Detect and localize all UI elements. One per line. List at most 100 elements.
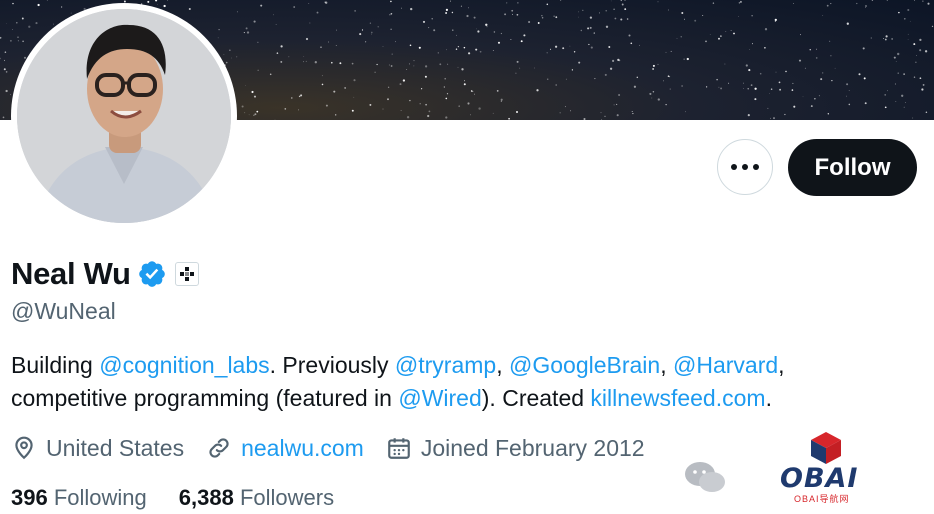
star [618, 94, 621, 96]
website-link[interactable]: nealwu.com [241, 435, 364, 462]
star [22, 40, 24, 43]
star [573, 51, 576, 53]
star [605, 25, 609, 28]
star [927, 2, 930, 5]
verified-badge-icon[interactable] [137, 259, 167, 289]
following-stat[interactable]: 396 Following [11, 485, 147, 511]
star [802, 96, 804, 98]
star [657, 1, 659, 3]
mention-link[interactable]: @Wired [398, 385, 481, 411]
star [458, 105, 460, 107]
star [913, 43, 916, 46]
star [628, 34, 631, 37]
star [743, 87, 744, 89]
joined-item: Joined February 2012 [386, 435, 645, 462]
star [652, 68, 654, 70]
star [303, 56, 305, 58]
star [913, 76, 916, 78]
star [9, 39, 12, 42]
star [605, 10, 607, 12]
mention-link[interactable]: @Harvard [673, 352, 778, 378]
star [12, 28, 14, 30]
star [613, 8, 615, 10]
star [333, 90, 336, 93]
star [512, 13, 513, 15]
star [871, 0, 874, 1]
star [388, 64, 390, 66]
star [826, 4, 829, 7]
star [500, 32, 503, 35]
star [681, 12, 684, 14]
star [274, 119, 276, 120]
star [335, 29, 338, 31]
star [665, 51, 667, 53]
star [624, 0, 626, 1]
star [565, 78, 567, 80]
watermark-subtitle: OBAI导航网 [794, 494, 850, 504]
star [166, 0, 168, 1]
star [822, 72, 824, 74]
star [768, 92, 770, 94]
profile-avatar[interactable] [11, 3, 237, 229]
star [733, 32, 735, 35]
star [670, 50, 672, 52]
mention-link[interactable]: @GoogleBrain [509, 352, 660, 378]
obai-cube-logo [811, 432, 841, 464]
mention-link[interactable]: @tryramp [395, 352, 496, 378]
star [901, 94, 904, 97]
star [621, 3, 624, 6]
star [253, 20, 256, 23]
star [546, 78, 549, 81]
profile-bio: Building @cognition_labs. Previously @tr… [11, 352, 785, 411]
star [519, 67, 521, 69]
star [919, 38, 922, 42]
star [515, 72, 517, 74]
star [898, 11, 900, 14]
star [683, 58, 685, 60]
star [620, 18, 623, 21]
star [60, 6, 63, 8]
star [865, 5, 867, 7]
star [236, 11, 238, 13]
watermark-brand: OBAI [780, 463, 859, 494]
star [630, 42, 633, 45]
website-item: nealwu.com [206, 435, 364, 462]
star [445, 8, 449, 12]
star [155, 0, 158, 2]
star [245, 27, 248, 30]
star [428, 110, 431, 113]
star [820, 78, 823, 81]
star [560, 0, 562, 1]
bio-url-link[interactable]: killnewsfeed.com [590, 385, 765, 411]
star [631, 111, 633, 112]
star [229, 49, 231, 51]
mention-link[interactable]: @cognition_labs [99, 352, 269, 378]
star [457, 66, 459, 68]
star [907, 8, 910, 12]
location-pin-icon [15, 436, 33, 460]
star [725, 31, 727, 32]
star [467, 102, 470, 105]
star [919, 77, 922, 80]
star [504, 13, 507, 16]
star [260, 4, 263, 7]
followers-stat[interactable]: 6,388 Followers [179, 485, 334, 511]
star [309, 22, 311, 24]
star [712, 2, 715, 4]
affiliate-badge-icon[interactable] [174, 262, 199, 286]
star [353, 96, 355, 98]
star [273, 14, 275, 16]
star [246, 31, 250, 34]
star [344, 87, 346, 89]
star [773, 117, 775, 120]
watermark-overlay: OBAI OBAI导航网 [682, 430, 922, 504]
star [321, 75, 323, 77]
follow-button[interactable]: Follow [788, 139, 917, 196]
star [325, 104, 328, 107]
star [452, 29, 454, 31]
star [53, 23, 54, 25]
star [754, 87, 757, 90]
more-options-button[interactable] [717, 139, 773, 195]
star [748, 69, 751, 72]
star [883, 37, 885, 40]
